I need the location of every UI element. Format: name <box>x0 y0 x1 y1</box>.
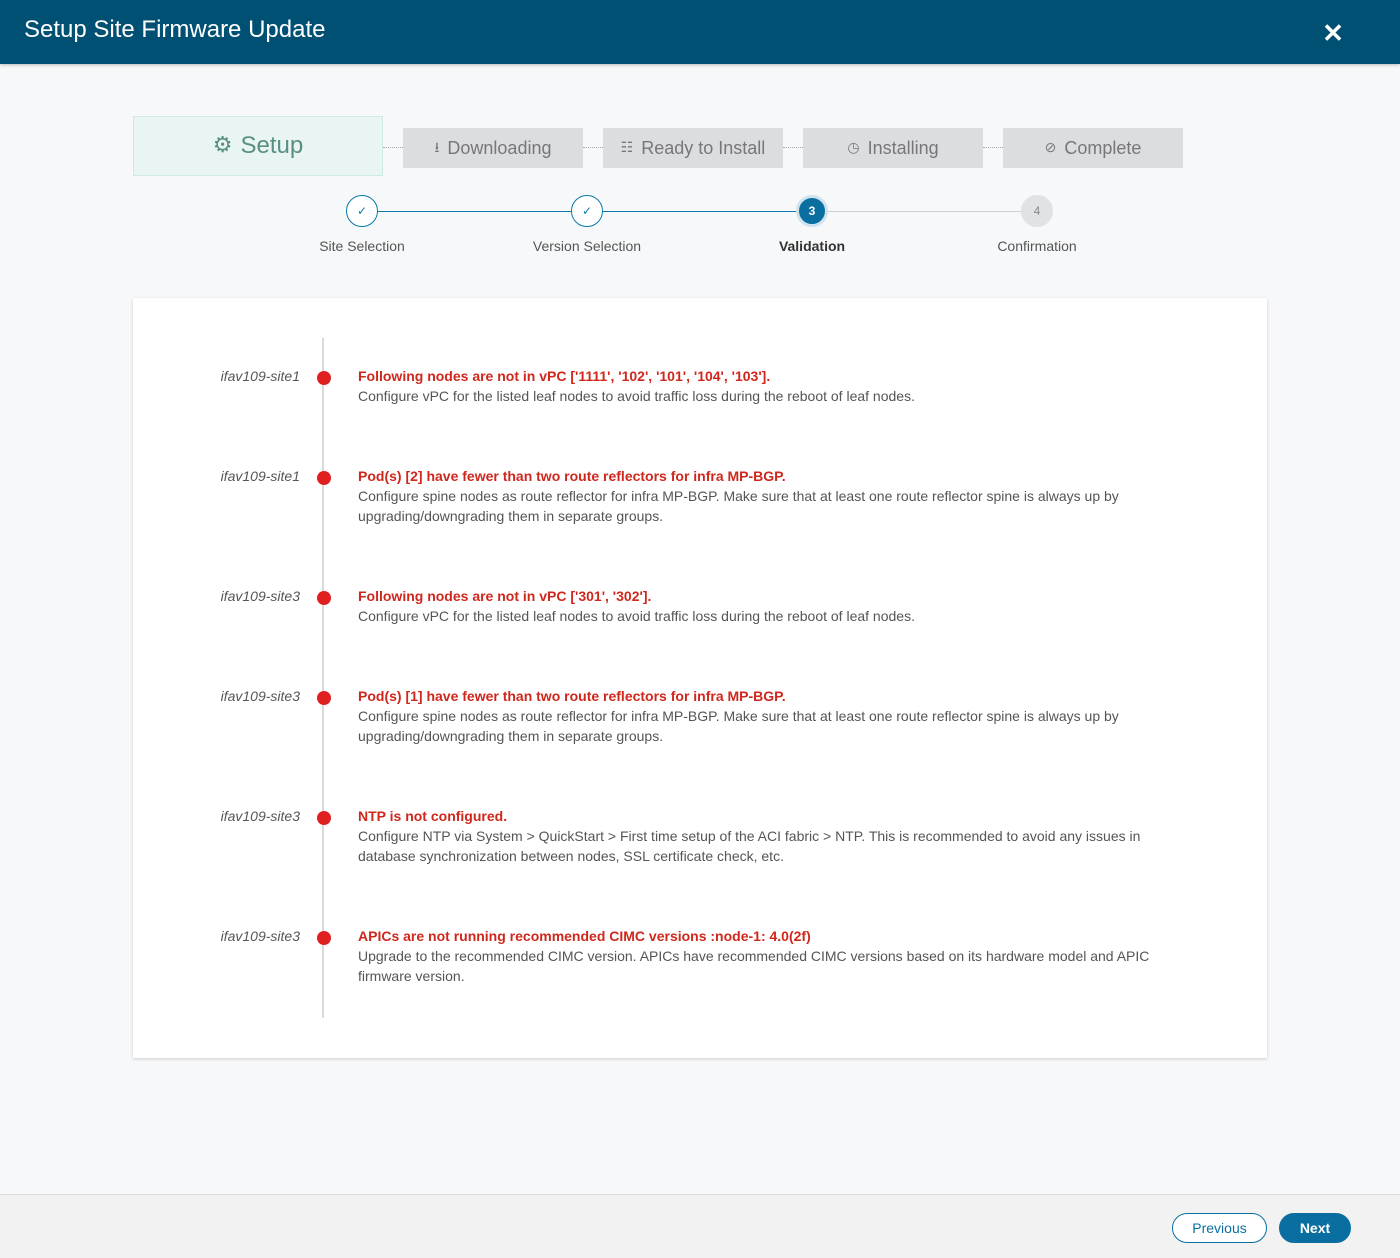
error-dot-icon <box>317 691 331 705</box>
error-dot-icon <box>317 591 331 605</box>
step-site-selection-label[interactable]: Site Selection <box>262 238 462 254</box>
checklist-icon: ☷ <box>620 139 634 156</box>
step-connector <box>603 211 797 212</box>
close-icon[interactable]: ✕ <box>1320 20 1346 46</box>
error-dot-icon <box>317 371 331 385</box>
stage-label: Installing <box>867 138 939 158</box>
validation-description: Configure NTP via System > QuickStart > … <box>358 828 1141 864</box>
step-connector <box>828 211 1022 212</box>
stage-ready-to-install: ☷ Ready to Install <box>603 128 783 168</box>
gear-icon: ⚙ <box>212 131 233 157</box>
validation-title: Pod(s) [2] have fewer than two route ref… <box>358 468 786 484</box>
download-icon: ⭳ <box>434 139 440 156</box>
stage-label: Complete <box>1064 138 1142 158</box>
step-site-selection-check-icon[interactable]: ✓ <box>346 195 378 227</box>
error-dot-icon <box>317 811 331 825</box>
stage-complete: ⊘ Complete <box>1003 128 1183 168</box>
check-circle-icon: ⊘ <box>1044 139 1057 156</box>
stage-installing: ◷ Installing <box>803 128 983 168</box>
site-name: ifav109-site1 <box>220 368 300 384</box>
step-validation-label: Validation <box>778 238 846 254</box>
site-name: ifav109-site3 <box>220 808 300 824</box>
validation-title: NTP is not configured. <box>358 808 508 824</box>
step-connector <box>378 211 572 212</box>
stage-label: Ready to Install <box>641 138 766 158</box>
validation-title: APICs are not running recommended CIMC v… <box>358 928 811 944</box>
title-bar: Setup Site Firmware Update ✕ <box>0 0 1400 64</box>
validation-description: Configure spine nodes as route reflector… <box>358 488 1119 524</box>
stage-label: Downloading <box>447 138 552 158</box>
step-version-selection-label[interactable]: Version Selection <box>487 238 687 254</box>
stage-setup: ⚙ Setup <box>133 116 383 176</box>
validation-description: Configure vPC for the listed leaf nodes … <box>358 608 915 624</box>
site-name: ifav109-site3 <box>220 588 300 604</box>
stage-connector <box>583 147 603 148</box>
stage-connector <box>783 147 803 148</box>
validation-description: Upgrade to the recommended CIMC version.… <box>358 948 1150 984</box>
error-dot-icon <box>317 931 331 945</box>
footer-bar: Previous Next <box>0 1194 1400 1258</box>
timeline-line <box>322 338 324 1018</box>
clock-icon: ◷ <box>847 139 860 156</box>
site-name: ifav109-site3 <box>220 928 300 944</box>
validation-description: Configure spine nodes as route reflector… <box>358 708 1119 744</box>
validation-title: Pod(s) [1] have fewer than two route ref… <box>358 688 786 704</box>
step-version-selection-check-icon[interactable]: ✓ <box>571 195 603 227</box>
site-name: ifav109-site3 <box>220 688 300 704</box>
stage-connector <box>383 147 403 148</box>
step-confirmation-label: Confirmation <box>997 238 1077 254</box>
validation-title: Following nodes are not in vPC ['301', '… <box>358 588 652 604</box>
validation-description: Configure vPC for the listed leaf nodes … <box>358 388 915 404</box>
step-validation-number: 3 <box>796 195 828 227</box>
step-confirmation-number: 4 <box>1021 195 1053 227</box>
dialog-title: Setup Site Firmware Update <box>24 16 326 43</box>
next-button[interactable]: Next <box>1279 1213 1351 1243</box>
stage-downloading: ⭳ Downloading <box>403 128 583 168</box>
stage-connector <box>983 147 1003 148</box>
previous-button[interactable]: Previous <box>1172 1213 1267 1243</box>
validation-title: Following nodes are not in vPC ['1111', … <box>358 368 771 384</box>
site-name: ifav109-site1 <box>220 468 300 484</box>
error-dot-icon <box>317 471 331 485</box>
stage-label: Setup <box>240 132 304 159</box>
